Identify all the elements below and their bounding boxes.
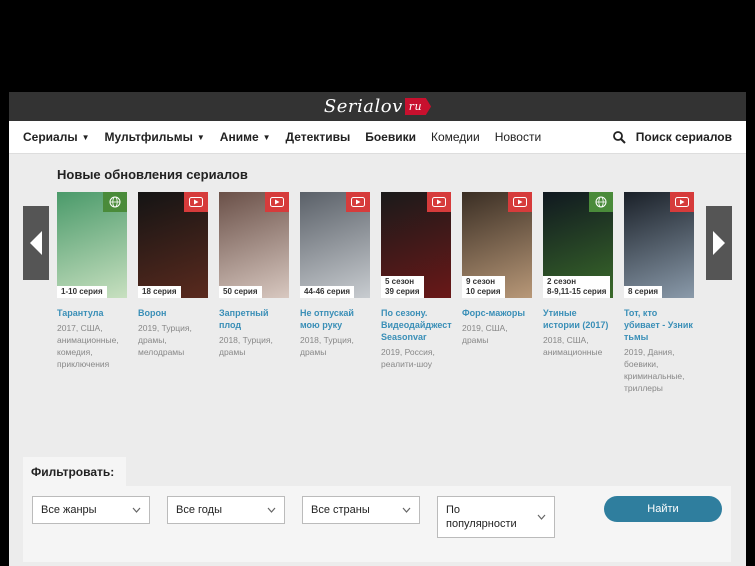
series-card[interactable]: 1-10 серия Тарантула 2017, США, анимационн… <box>57 192 127 370</box>
series-poster[interactable]: 9 сезон 10 серия <box>462 192 532 298</box>
series-poster[interactable]: 44-46 серия <box>300 192 370 298</box>
series-poster[interactable]: 2 сезон 8-9,11-15 серия <box>543 192 613 298</box>
series-meta: 2018, Турция, драмы <box>300 335 354 357</box>
series-card[interactable]: 8 серия Тот, кто убивает - Узник тьмы 2019… <box>624 192 694 394</box>
nav-item-label: Сериалы <box>23 130 78 144</box>
series-meta: 2018, США, анимационные <box>543 335 603 357</box>
series-title-link[interactable]: По сезону. Видеодайджест Seasonvar <box>381 307 452 343</box>
nav-item-6[interactable]: Новости <box>495 130 541 144</box>
site-logo[interactable]: Serialov ru <box>323 96 432 117</box>
nav-item-label: Мультфильмы <box>104 130 193 144</box>
year-select-value: Все годы <box>176 504 222 516</box>
episode-badge: 1-10 серия <box>57 286 107 298</box>
episode-badge: 9 сезон 10 серия <box>462 276 505 298</box>
genre-select[interactable]: Все жанры <box>32 496 150 524</box>
genre-select-value: Все жанры <box>41 504 97 516</box>
series-card[interactable]: 18 серия Ворон 2019, Турция, драмы, мелодр… <box>138 192 208 358</box>
year-select[interactable]: Все годы <box>167 496 285 524</box>
nav-item-label: Детективы <box>285 130 351 144</box>
video-play-icon <box>184 192 208 212</box>
series-meta: 2019, США, драмы <box>462 323 508 345</box>
chevron-right-icon <box>713 231 725 255</box>
series-title-link[interactable]: Запретный плод <box>219 307 289 331</box>
caret-down-icon: ▼ <box>81 133 90 142</box>
filter-body: Все жанры Все годы Все страны По популяр… <box>23 486 731 562</box>
chevron-down-icon <box>402 507 411 513</box>
episode-badge: 18 серия <box>138 286 181 298</box>
updates-section: Новые обновления сериалов 1-10 серия Тара… <box>9 154 746 444</box>
series-title-link[interactable]: Ворон <box>138 307 208 319</box>
globe-icon <box>589 192 613 212</box>
caret-down-icon: ▼ <box>262 133 271 142</box>
series-card[interactable]: 9 сезон 10 серия Форс-мажоры 2019, США, др… <box>462 192 532 346</box>
series-poster[interactable]: 50 серия <box>219 192 289 298</box>
series-card[interactable]: 44-46 серия Не отпускай мою руку 2018, Тур… <box>300 192 370 358</box>
series-poster[interactable]: 1-10 серия <box>57 192 127 298</box>
search-label: Поиск сериалов <box>635 130 732 144</box>
caret-down-icon: ▼ <box>196 133 205 142</box>
series-poster[interactable]: 8 серия <box>624 192 694 298</box>
series-meta: 2017, США, анимационные, комедия, приклю… <box>57 323 119 369</box>
video-play-icon <box>265 192 289 212</box>
nav-item-label: Боевики <box>365 130 416 144</box>
video-play-icon <box>346 192 370 212</box>
series-card[interactable]: 50 серия Запретный плод 2018, Турция, драм… <box>219 192 289 358</box>
chevron-down-icon <box>537 514 546 520</box>
nav-item-label: Комедии <box>430 130 480 144</box>
filter-tab: Фильтровать: <box>23 457 126 486</box>
nav-item-4[interactable]: Боевики <box>365 130 416 144</box>
series-meta: 2019, Дания, боевики, криминальные, трил… <box>624 347 685 393</box>
episode-badge: 50 серия <box>219 286 262 298</box>
sort-select-value: По популярности <box>446 504 517 530</box>
nav-item-0[interactable]: Сериалы ▼ <box>23 130 90 144</box>
chevron-down-icon <box>267 507 276 513</box>
nav-item-label: Аниме <box>219 130 259 144</box>
nav-item-3[interactable]: Детективы <box>286 130 351 144</box>
video-play-icon <box>670 192 694 212</box>
series-card[interactable]: 2 сезон 8-9,11-15 серия Утиные истории (2… <box>543 192 613 358</box>
episode-badge: 2 сезон 8-9,11-15 серия <box>543 276 611 298</box>
episode-badge: 44-46 серия <box>300 286 355 298</box>
series-meta: 2019, Турция, драмы, мелодрамы <box>138 323 192 357</box>
logo-text: Serialov <box>323 96 403 117</box>
series-card[interactable]: 5 сезон 39 серия По сезону. Видеодайджест… <box>381 192 452 370</box>
find-button[interactable]: Найти <box>604 496 722 522</box>
series-meta: 2018, Турция, драмы <box>219 335 273 357</box>
site-header: Serialov ru <box>9 92 746 121</box>
series-title-link[interactable]: Утиные истории (2017) <box>543 307 613 331</box>
nav-item-1[interactable]: Мультфильмы ▼ <box>105 130 205 144</box>
nav-item-label: Новости <box>494 130 542 144</box>
chevron-left-icon <box>30 231 42 255</box>
video-play-icon <box>427 192 451 212</box>
series-meta: 2019, Россия, реалити-шоу <box>381 347 435 369</box>
browser-viewport: Serialov ru Сериалы ▼ Мультфильмы ▼ Аниме ▼ Де… <box>9 92 746 566</box>
carousel-next-button[interactable] <box>706 206 732 280</box>
logo-ru-badge: ru <box>404 98 432 115</box>
series-title-link[interactable]: Не отпускай мою руку <box>300 307 370 331</box>
globe-icon <box>103 192 127 212</box>
episode-badge: 8 серия <box>624 286 663 298</box>
nav-item-2[interactable]: Аниме ▼ <box>220 130 271 144</box>
episode-badge: 5 сезон 39 серия <box>381 276 424 298</box>
nav-item-5[interactable]: Комедии <box>431 130 480 144</box>
search-icon <box>612 130 626 144</box>
series-title-link[interactable]: Тарантула <box>57 307 127 319</box>
chevron-down-icon <box>132 507 141 513</box>
filter-panel: Фильтровать: Все жанры Все годы Все стра… <box>23 457 731 562</box>
section-title: Новые обновления сериалов <box>57 167 248 182</box>
video-play-icon <box>508 192 532 212</box>
main-nav: Сериалы ▼ Мультфильмы ▼ Аниме ▼ Детективы Боеви… <box>9 121 746 154</box>
series-title-link[interactable]: Форс-мажоры <box>462 307 532 319</box>
country-select-value: Все страны <box>311 504 370 516</box>
sort-select[interactable]: По популярности <box>437 496 555 538</box>
series-title-link[interactable]: Тот, кто убивает - Узник тьмы <box>624 307 694 343</box>
series-poster[interactable]: 5 сезон 39 серия <box>381 192 451 298</box>
country-select[interactable]: Все страны <box>302 496 420 524</box>
series-poster[interactable]: 18 серия <box>138 192 208 298</box>
carousel-prev-button[interactable] <box>23 206 49 280</box>
search-link[interactable]: Поиск сериалов <box>612 130 732 144</box>
